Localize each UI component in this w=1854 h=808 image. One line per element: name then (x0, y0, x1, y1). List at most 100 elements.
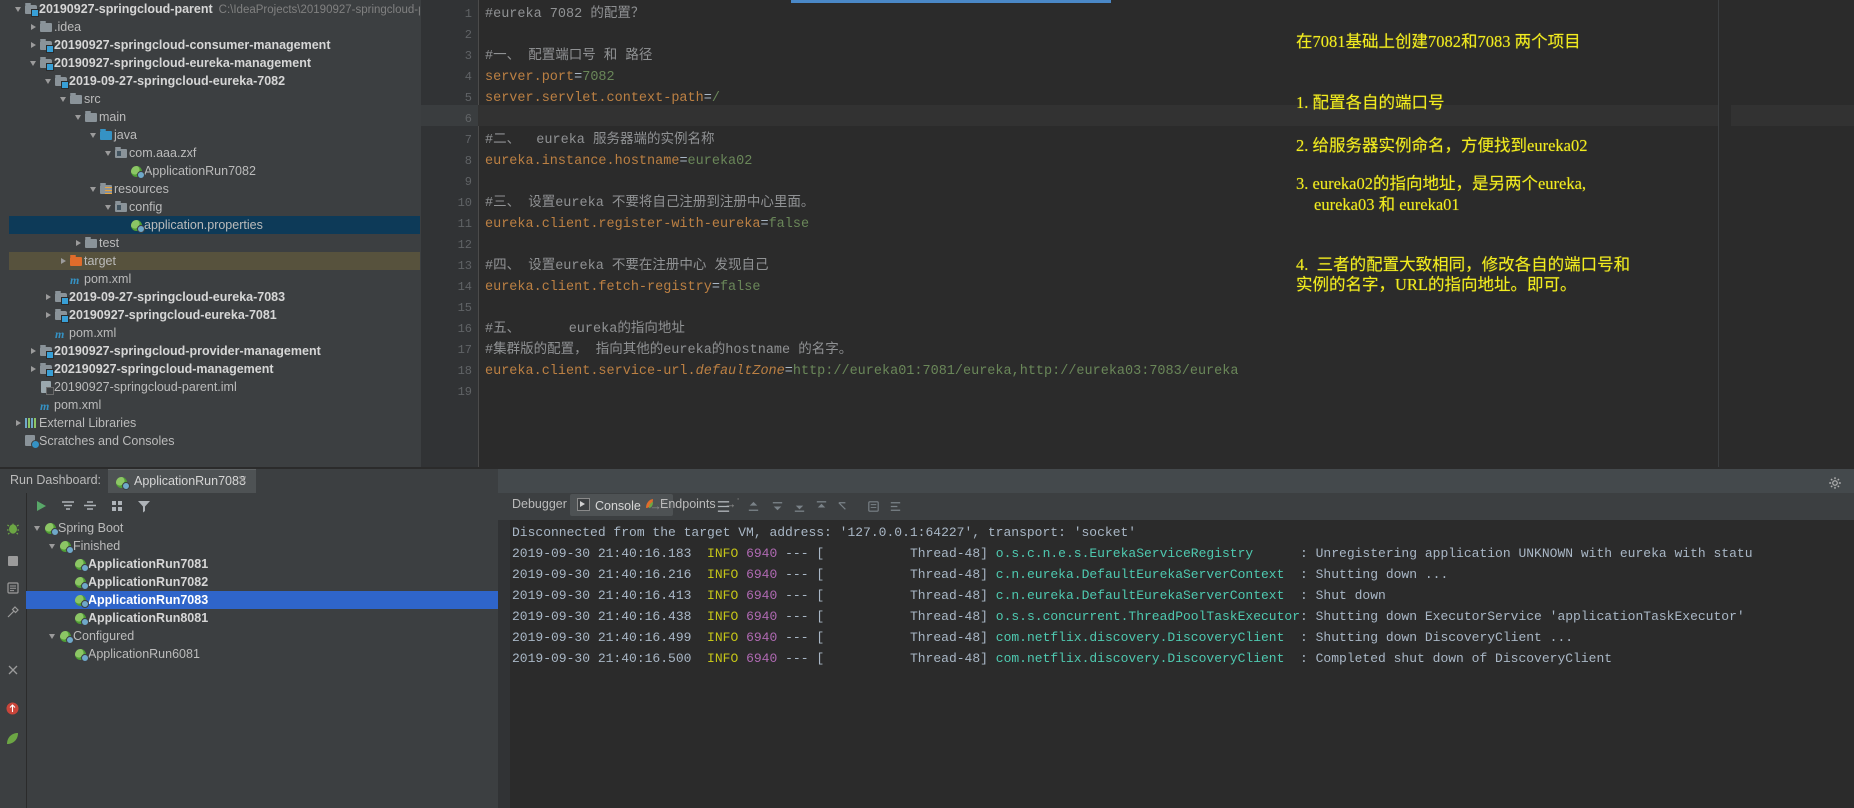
code-line[interactable] (485, 109, 493, 130)
chevron-right-icon[interactable] (60, 252, 69, 270)
gear-icon[interactable] (1828, 476, 1842, 490)
project-tree-row[interactable]: resources (9, 180, 420, 198)
chevron-down-icon[interactable] (34, 519, 43, 537)
project-tree-row[interactable]: External Libraries (9, 414, 420, 432)
run-dashboard-row[interactable]: Finished (26, 537, 498, 555)
code-line[interactable]: #集群版的配置， 指向其他的eureka的hostname 的名字。 (485, 340, 852, 361)
spring-leaf-icon[interactable] (5, 731, 20, 746)
editor-area[interactable]: 1 2 3 4 5 6 7 8 9 10 11 12 13 14 15 16 17 18 19 #eureka 70… (421, 0, 1854, 467)
print-icon[interactable] (866, 499, 881, 514)
run-dashboard-row[interactable]: ApplicationRun7081 (26, 555, 498, 573)
debug-bug-icon[interactable] (6, 521, 20, 535)
run-dashboard-row[interactable]: ApplicationRun7082 (26, 573, 498, 591)
close-panel-icon[interactable] (6, 663, 20, 677)
run-dashboard-row[interactable]: Spring Boot (26, 519, 498, 537)
run-dashboard-row[interactable]: ApplicationRun8081 (26, 609, 498, 627)
run-dashboard-tree[interactable]: Spring Boot Finished ApplicationRun7081 App… (26, 519, 498, 808)
project-tree-row[interactable]: 20190927-springcloud-provider-management (9, 342, 420, 360)
soft-wrap-icon[interactable] (716, 499, 731, 514)
code-line[interactable]: #二、 eureka 服务器端的实例名称 (485, 130, 715, 151)
project-tree-row[interactable]: 2019-09-27-springcloud-eureka-7082 (9, 72, 420, 90)
chevron-right-icon[interactable] (30, 18, 39, 36)
code-line[interactable]: #eureka 7082 的配置？ (485, 4, 644, 25)
code-line[interactable]: eureka.instance.hostname=eureka02 (485, 151, 752, 172)
chevron-down-icon[interactable] (90, 126, 99, 144)
chevron-right-icon[interactable] (30, 36, 39, 54)
code-line[interactable] (485, 172, 493, 193)
collapse-all-icon[interactable] (82, 499, 98, 513)
git-branch-icon[interactable] (5, 701, 20, 716)
settings-wrench-icon[interactable] (6, 605, 20, 619)
code-line[interactable] (485, 25, 493, 46)
chevron-down-icon[interactable] (15, 0, 24, 18)
run-dashboard-toolbar[interactable] (26, 493, 498, 519)
chevron-down-icon[interactable] (30, 54, 39, 72)
chevron-right-icon[interactable] (15, 414, 24, 432)
project-tree-row[interactable]: main (9, 108, 420, 126)
project-tree-row[interactable]: 2019-09-27-springcloud-eureka-7083 (9, 288, 420, 306)
project-tree-row[interactable]: Scratches and Consoles (9, 432, 420, 450)
code-line[interactable]: eureka.client.fetch-registry=false (485, 277, 760, 298)
chevron-right-icon[interactable] (45, 288, 54, 306)
chevron-down-icon[interactable] (75, 108, 84, 126)
project-tree-row[interactable]: m pom.xml (9, 396, 420, 414)
editor-code[interactable]: #eureka 7082 的配置？ #一、 配置端口号 和 路径 server.p… (485, 0, 1854, 467)
console-tab-bar[interactable]: Debugger Console →˙ Endpoints →˙ (498, 493, 1854, 520)
chevron-down-icon[interactable] (60, 90, 69, 108)
chevron-right-icon[interactable] (30, 360, 39, 378)
chevron-down-icon[interactable] (49, 627, 58, 645)
run-dashboard-row[interactable]: Configured (26, 627, 498, 645)
chevron-down-icon[interactable] (105, 198, 114, 216)
chevron-right-icon[interactable] (75, 234, 84, 252)
tab-debugger[interactable]: Debugger (512, 497, 567, 511)
chevron-down-icon[interactable] (90, 180, 99, 198)
project-tree-row[interactable]: m pom.xml (9, 324, 420, 342)
project-tree-row[interactable]: java (9, 126, 420, 144)
project-tree-row[interactable]: 20190927-springcloud-eureka-7081 (9, 306, 420, 324)
scroll-to-top-icon[interactable] (814, 499, 829, 514)
code-line[interactable]: server.servlet.context-path=/ (485, 88, 720, 109)
scroll-to-end-icon[interactable] (792, 499, 807, 514)
console-log-output[interactable]: Disconnected from the target VM, address… (498, 520, 1854, 808)
thread-dump-icon[interactable] (6, 581, 20, 595)
project-tree-row[interactable]: ApplicationRun7082 (9, 162, 420, 180)
project-tree-row[interactable]: 20190927-springcloud-eureka-management (9, 54, 420, 72)
code-line[interactable] (485, 298, 493, 319)
chevron-right-icon[interactable] (30, 342, 39, 360)
code-line[interactable]: eureka.client.register-with-eureka=false (485, 214, 809, 235)
close-icon[interactable]: ✕ (237, 474, 248, 486)
chevron-down-icon[interactable] (45, 72, 54, 90)
project-tree-row[interactable]: 20190927-springcloud-consumer-management (9, 36, 420, 54)
editor-gutter[interactable]: 1 2 3 4 5 6 7 8 9 10 11 12 13 14 15 16 17 18 19 (421, 0, 478, 467)
project-tree-row[interactable]: config (9, 198, 420, 216)
group-by-icon[interactable] (110, 499, 126, 513)
project-tree-row[interactable]: 20190927-springcloud-parent.iml (9, 378, 420, 396)
expand-all-icon[interactable] (60, 499, 76, 513)
run-dashboard-side-icons[interactable] (0, 493, 27, 808)
down-stack-icon[interactable] (770, 499, 785, 514)
run-dashboard-tab[interactable]: ApplicationRun7083 ✕ (108, 469, 256, 494)
code-line[interactable]: server.port=7082 (485, 67, 615, 88)
project-tree-row[interactable]: m pom.xml (9, 270, 420, 288)
project-tree-row[interactable]: target (9, 252, 420, 270)
project-tree-row[interactable]: 202190927-springcloud-management (9, 360, 420, 378)
project-tree-row[interactable]: com.aaa.zxf (9, 144, 420, 162)
project-tree-row[interactable]: src (9, 90, 420, 108)
stop-square-icon[interactable] (7, 555, 19, 567)
code-line[interactable]: #一、 配置端口号 和 路径 (485, 46, 652, 67)
project-tree-row[interactable]: application.properties (9, 216, 420, 234)
project-tree-row[interactable]: test (9, 234, 420, 252)
console-panel[interactable]: Debugger Console →˙ Endpoints →˙ Disconn… (498, 493, 1854, 808)
code-line[interactable]: eureka.client.service-url.defaultZone=ht… (485, 361, 1238, 382)
chevron-right-icon[interactable] (45, 306, 54, 324)
run-dashboard-row[interactable]: ApplicationRun7083 (26, 591, 498, 609)
run-play-icon[interactable] (34, 499, 48, 513)
chevron-down-icon[interactable] (49, 537, 58, 555)
code-line[interactable]: #三、 设置eureka 不要将自己注册到注册中心里面。 (485, 193, 814, 214)
chevron-down-icon[interactable] (105, 144, 114, 162)
project-tree-row[interactable]: .idea (9, 18, 420, 36)
up-stack-icon[interactable] (746, 499, 761, 514)
settings-lines-icon[interactable] (888, 499, 903, 514)
print-x-icon[interactable] (836, 499, 851, 514)
project-tree-row[interactable]: 20190927-springcloud-parent C:\IdeaProjec… (9, 0, 420, 18)
